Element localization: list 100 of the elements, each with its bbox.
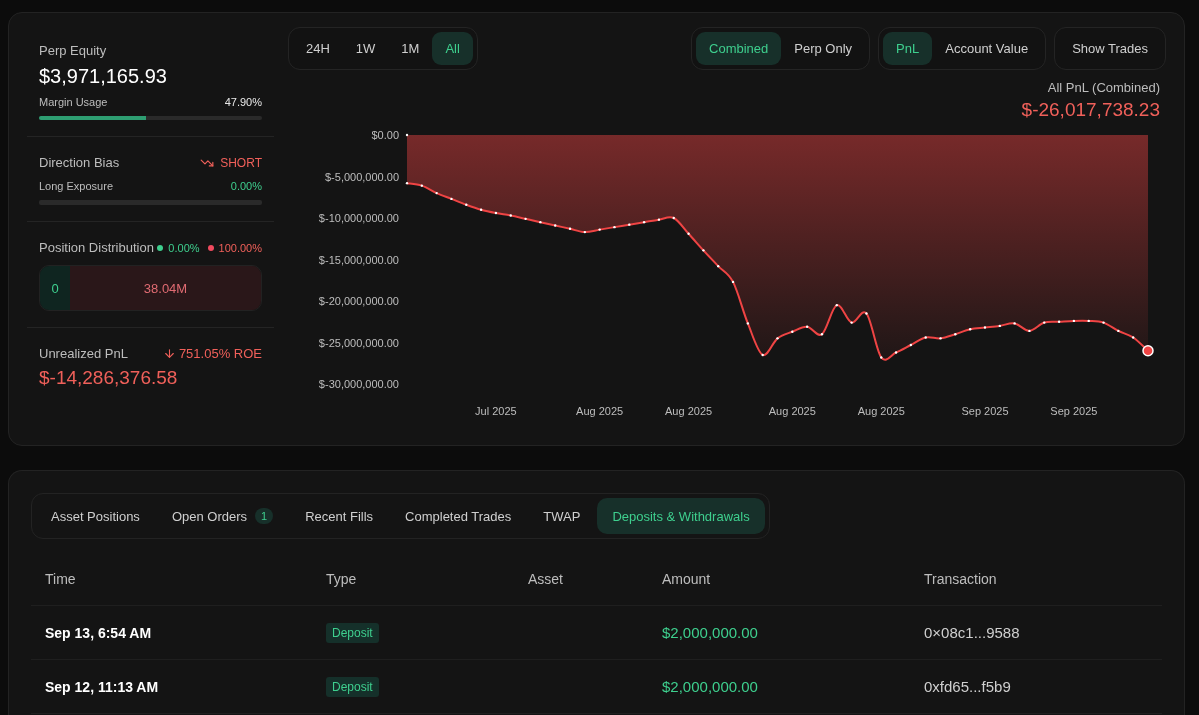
amount-cell: $2,000,000.00 (648, 660, 910, 714)
data-point (598, 228, 601, 231)
data-point (894, 351, 898, 354)
data-point (865, 312, 868, 315)
data-point (583, 230, 587, 234)
data-point (539, 220, 542, 224)
data-point (1132, 336, 1135, 339)
data-point (998, 324, 1001, 328)
axis-tick-label: Aug 2025 (665, 405, 713, 417)
range-button[interactable]: 1W (342, 32, 389, 65)
tab-label: Completed Trades (405, 508, 512, 524)
pnl-label: All PnL (Combined) (1047, 80, 1160, 95)
stat-label: Perp Equity (39, 43, 107, 58)
type-badge: Deposit (326, 676, 379, 697)
data-point (1057, 320, 1061, 323)
data-point (954, 333, 957, 336)
stat-label: Position Distribution (39, 240, 154, 255)
stat-label: Unrealized PnL (39, 346, 128, 361)
long-dot (157, 244, 164, 251)
roe-value: 751.05% ROE (178, 346, 262, 361)
meter-reading: 47.90% (224, 96, 262, 108)
axis-tick-label: $-20,000,000.00 (318, 295, 399, 307)
tab[interactable]: Completed Trades (390, 498, 527, 534)
data-point (554, 224, 557, 227)
data-point (405, 181, 409, 185)
start-point (405, 133, 409, 137)
axis-tick-label: Sep 2025 (961, 405, 1009, 417)
data-point (1072, 319, 1076, 323)
arrow-down-icon (162, 347, 176, 360)
count-badge: 1 (255, 508, 274, 524)
data-point (717, 264, 720, 268)
data-point (880, 356, 883, 359)
axis-tick-label: Jul 2025 (475, 405, 517, 417)
range-button[interactable]: 24H (293, 32, 343, 65)
data-point (687, 232, 690, 235)
data-point (909, 343, 913, 347)
axis-tick-label: $-30,000,000.00 (318, 378, 399, 390)
meter-reading: 0.00% (230, 180, 262, 192)
axis-tick-label: $0.00 (371, 129, 399, 141)
pnl-value: $-26,017,738.23 (1021, 99, 1160, 121)
data-point (968, 328, 972, 331)
data-point (657, 218, 661, 221)
data-point (835, 303, 838, 307)
data-point (672, 216, 675, 220)
data-point (983, 326, 987, 329)
axis-tick-label: $-5,000,000.00 (325, 170, 399, 183)
data-point (939, 337, 942, 340)
equity-value: $3,971,165.93 (39, 65, 168, 88)
meter-label: Long Exposure (39, 180, 113, 192)
data-point (1102, 321, 1105, 324)
data-point (850, 321, 853, 324)
column-header: Time (31, 553, 312, 606)
transaction-cell: 0xfd65...f5b9 (910, 660, 1162, 714)
unrealized-value: $-14,286,376.58 (39, 367, 179, 389)
axis-tick-label: $-15,000,000.00 (318, 253, 399, 266)
transaction-cell: 0×08c1...9588 (910, 606, 1162, 660)
data-point (1028, 329, 1031, 333)
column-header: Amount (648, 553, 910, 606)
type-badge: Deposit (326, 622, 379, 643)
short-share: 100.00% (218, 241, 262, 254)
scope-button[interactable]: Perp Only (781, 32, 866, 65)
tab-label: Open Orders (171, 508, 248, 524)
tab-label: Recent Fills (305, 508, 374, 524)
column-header: Type (312, 553, 514, 606)
range-button[interactable]: All (432, 32, 473, 65)
tab[interactable]: Deposits & Withdrawals (597, 498, 765, 534)
bias-value: SHORT (220, 155, 262, 170)
tab-label: Asset Positions (51, 508, 140, 524)
short-segment: 38.04M (70, 266, 261, 310)
data-point (465, 203, 468, 206)
data-point (702, 249, 705, 252)
data-point (494, 211, 498, 215)
tab[interactable]: Asset Positions (36, 498, 155, 534)
scope-button[interactable]: Combined (696, 32, 782, 65)
tab[interactable]: TWAP (528, 498, 596, 534)
long-segment: 0 (40, 266, 70, 310)
data-point (435, 191, 438, 195)
long-share: 0.00% (168, 241, 200, 254)
tab[interactable]: Open Orders 1 (156, 498, 289, 534)
data-point (776, 337, 779, 340)
metric-button[interactable]: Account Value (932, 32, 1042, 65)
data-point (820, 333, 824, 336)
axis-tick-label: Aug 2025 (857, 405, 905, 417)
meter-label: Margin Usage (39, 96, 108, 108)
show-trades-button[interactable]: Show Trades (1059, 32, 1161, 65)
range-button[interactable]: 1M (388, 32, 433, 65)
tab[interactable]: Recent Fills (290, 498, 389, 534)
data-point (613, 225, 616, 229)
axis-tick-label: $-10,000,000.00 (318, 212, 399, 224)
data-point (924, 336, 927, 339)
data-point (1087, 319, 1090, 323)
time-cell: Sep 12, 11:13 AM (31, 660, 312, 714)
tab-label: Deposits & Withdrawals (612, 508, 750, 524)
axis-tick-label: Sep 2025 (1050, 405, 1098, 417)
stat-label: Direction Bias (39, 155, 120, 170)
end-marker (1142, 345, 1154, 357)
data-point (450, 197, 453, 201)
metric-button[interactable]: PnL (883, 32, 933, 65)
axis-tick-label: $-25,000,000.00 (318, 336, 399, 349)
tab-label: TWAP (543, 508, 581, 524)
